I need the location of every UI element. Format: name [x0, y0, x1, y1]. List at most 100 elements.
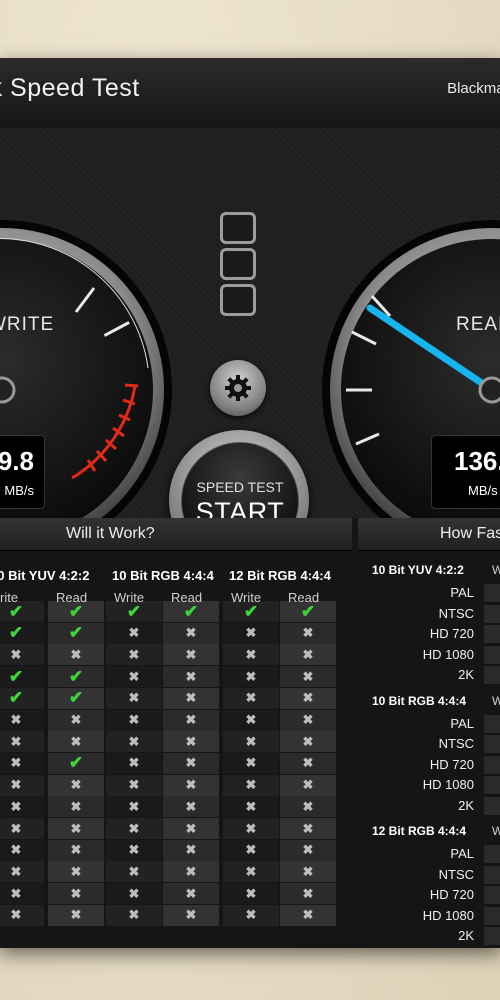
- disk-select-button-2[interactable]: [220, 248, 256, 280]
- cross-icon: ✖: [302, 712, 314, 727]
- how-fast-cell: [484, 906, 500, 925]
- read-gauge-readout: 136.2 MB/s: [431, 435, 500, 509]
- how-fast-cell: [484, 666, 500, 684]
- cross-icon: ✖: [245, 863, 257, 879]
- result-cell: ✔: [0, 687, 44, 709]
- format-label: HD 1080: [422, 907, 474, 923]
- result-cell: ✔: [48, 622, 104, 644]
- write-gauge-dial: [0, 220, 172, 560]
- result-cell: ✔: [0, 622, 44, 644]
- result-cell: ✖: [163, 731, 219, 753]
- result-cell: ✖: [106, 687, 162, 709]
- settings-button[interactable]: [210, 360, 266, 416]
- result-cell: ✖: [0, 774, 44, 796]
- cross-icon: ✖: [245, 646, 257, 662]
- how-fast-header: How Fast?: [358, 518, 500, 551]
- read-gauge-dial: [322, 220, 500, 560]
- cross-icon: ✖: [70, 842, 82, 858]
- how-fast-cell: [484, 845, 500, 863]
- result-cell: ✖: [163, 883, 219, 905]
- result-cell: ✖: [280, 709, 336, 731]
- result-cell: ✖: [280, 883, 336, 905]
- disk-select-button-1[interactable]: [220, 212, 256, 244]
- cross-icon: ✖: [128, 885, 140, 901]
- how-fast-group-title: 12 Bit RGB 4:4:4: [372, 824, 467, 838]
- how-fast-group-title: 10 Bit RGB 4:4:4: [372, 693, 467, 708]
- result-cell: ✖: [223, 818, 279, 839]
- cross-icon: ✖: [70, 733, 82, 749]
- result-cell: ✖: [280, 752, 336, 774]
- read-speed-value: 136.2: [454, 446, 500, 476]
- cross-icon: ✖: [10, 907, 22, 923]
- result-cell: ✖: [106, 644, 162, 666]
- result-cell: ✖: [48, 904, 104, 926]
- result-cell: ✖: [106, 622, 162, 644]
- result-cell: ✖: [106, 752, 162, 774]
- result-cell: ✖: [163, 861, 219, 883]
- result-cell: ✖: [163, 622, 219, 644]
- cross-icon: ✖: [302, 885, 314, 901]
- result-cell: ✖: [280, 796, 336, 818]
- how-fast-cell: [484, 755, 500, 774]
- cross-icon: ✖: [10, 842, 22, 858]
- checkmark-icon: ✔: [68, 688, 84, 708]
- cross-icon: ✖: [302, 625, 314, 641]
- how-fast-group-title: 10 Bit YUV 4:2:2: [372, 563, 464, 577]
- disk-select-button-3[interactable]: [220, 284, 256, 316]
- checkmark-icon: ✔: [68, 623, 84, 643]
- how-fast-cell: [484, 796, 500, 815]
- cross-icon: ✖: [128, 755, 140, 771]
- cross-icon: ✖: [70, 907, 82, 923]
- result-cell: ✖: [0, 752, 44, 774]
- result-cell: ✖: [0, 839, 44, 861]
- cross-icon: ✖: [10, 798, 22, 814]
- title-bar: Disk Speed Test Blackmagicdesign: [0, 58, 500, 129]
- results-area: Will it Work? 10 Bit YUV 4:2:2 10 Bit RG…: [0, 518, 500, 948]
- cross-icon: ✖: [245, 755, 257, 771]
- subheader-write: Write: [231, 590, 262, 605]
- cross-icon: ✖: [70, 712, 82, 727]
- result-cell: ✖: [163, 904, 219, 926]
- result-cell: ✖: [106, 731, 162, 753]
- result-cell: ✖: [280, 731, 336, 753]
- cross-icon: ✖: [302, 907, 314, 923]
- cross-icon: ✖: [185, 842, 197, 858]
- how-fast-col-label: W: [492, 563, 500, 577]
- how-fast-cell: [484, 584, 500, 602]
- how-fast-cell: [484, 604, 500, 623]
- cross-icon: ✖: [128, 863, 140, 879]
- cross-icon: ✖: [185, 755, 197, 771]
- write-gauge-readout: 119.8 MB/s: [0, 435, 45, 509]
- cross-icon: ✖: [245, 842, 257, 858]
- result-cell: ✖: [223, 904, 279, 926]
- cross-icon: ✖: [185, 668, 197, 684]
- format-label: HD 720: [429, 626, 474, 641]
- cross-icon: ✖: [10, 820, 22, 836]
- how-fast-cell: [484, 625, 500, 643]
- cross-icon: ✖: [128, 668, 140, 684]
- read-gauge-label: READ: [456, 314, 500, 335]
- result-cell: ✖: [163, 839, 219, 861]
- result-cell: ✖: [0, 644, 44, 666]
- result-cell: ✖: [0, 731, 44, 753]
- cross-icon: ✖: [70, 646, 82, 662]
- subheader-read: Read: [56, 590, 88, 605]
- result-cell: ✖: [48, 861, 104, 883]
- cross-icon: ✖: [302, 863, 314, 879]
- format-label: NTSC: [438, 605, 474, 621]
- window-title: Disk Speed Test: [0, 74, 140, 102]
- format-label: NTSC: [438, 866, 474, 882]
- result-cell: ✖: [163, 752, 219, 774]
- cross-icon: ✖: [10, 755, 22, 771]
- result-cell: ✖: [163, 709, 219, 731]
- column-group-1: 10 Bit YUV 4:2:2: [0, 568, 90, 583]
- cross-icon: ✖: [185, 820, 197, 836]
- cross-icon: ✖: [302, 733, 314, 749]
- cross-icon: ✖: [128, 907, 140, 923]
- cross-icon: ✖: [185, 885, 197, 901]
- format-label: 2K: [458, 928, 474, 943]
- cross-icon: ✖: [128, 690, 140, 706]
- result-cell: ✖: [48, 883, 104, 905]
- result-cell: ✖: [280, 644, 336, 666]
- result-cell: ✖: [0, 818, 44, 839]
